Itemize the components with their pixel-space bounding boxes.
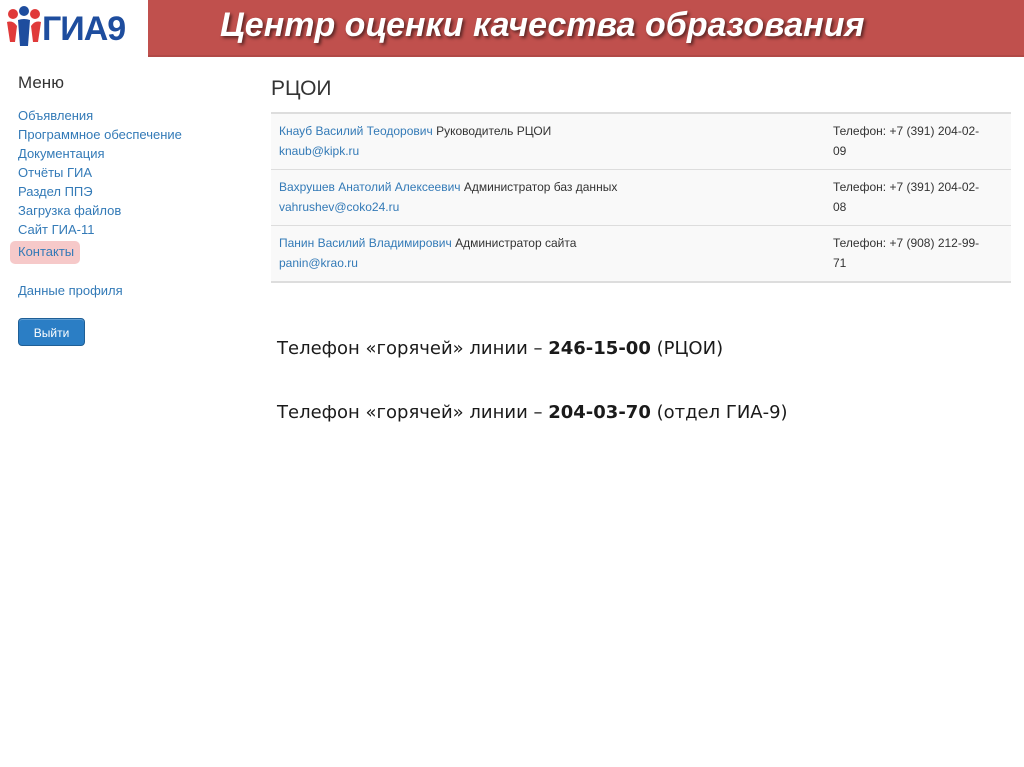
contact-info-cell: Панин Василий Владимирович Администратор… (271, 225, 819, 282)
contact-info-cell: Вахрушев Анатолий Алексеевич Администрат… (271, 169, 819, 226)
logo-text: ГИА9 (42, 10, 126, 48)
section-title: РЦОИ (271, 77, 332, 100)
people-logo-icon (7, 6, 41, 46)
contact-phone-end: 09 (833, 144, 847, 158)
table-row: Кнауб Василий Теодорович Руководитель РЦ… (271, 112, 1011, 170)
contact-info-cell: Кнауб Василий Теодорович Руководитель РЦ… (271, 112, 819, 170)
logout-button[interactable]: Выйти (18, 318, 85, 346)
hotline-prefix: Телефон «горячей» линии – (277, 338, 549, 359)
title-bar: Центр оценки качества образования (148, 0, 1024, 57)
hotlines: Телефон «горячей» линии – 246-15-00 (РЦО… (277, 335, 788, 463)
contact-phone: Телефон: +7 (391) 204-02- (833, 180, 980, 194)
hotline-rcoi: Телефон «горячей» линии – 246-15-00 (РЦО… (277, 335, 788, 363)
hotline-suffix: (РЦОИ) (650, 338, 724, 359)
page-title: Центр оценки качества образования (220, 6, 865, 44)
contact-phone-end: 08 (833, 200, 847, 214)
menu-title: Меню (18, 73, 64, 92)
hotline-prefix: Телефон «горячей» линии – (277, 402, 549, 423)
table-row: Вахрушев Анатолий Алексеевич Администрат… (271, 169, 1011, 226)
hotline-gia9: Телефон «горячей» линии – 204-03-70 (отд… (277, 399, 788, 427)
contact-email-link[interactable]: panin@krao.ru (279, 256, 358, 270)
gia9-logo[interactable]: ГИА9 (0, 0, 148, 57)
hotline-suffix: (отдел ГИА-9) (650, 402, 788, 423)
contact-phone-end: 71 (833, 256, 847, 270)
menu-item-gia-reports[interactable]: Отчёты ГИА (18, 163, 238, 182)
menu-item-announcements[interactable]: Объявления (18, 106, 238, 125)
menu-item-file-upload[interactable]: Загрузка файлов (18, 201, 238, 220)
contact-email-link[interactable]: knaub@kipk.ru (279, 144, 359, 158)
main-content: РЦОИ Кнауб Василий Теодорович Руководите… (271, 72, 1011, 283)
contact-phone: Телефон: +7 (391) 204-02- (833, 124, 980, 138)
contact-email-link[interactable]: vahrushev@coko24.ru (279, 200, 399, 214)
contact-role: Администратор сайта (455, 236, 577, 250)
contact-role: Администратор баз данных (463, 180, 618, 194)
menu-item-software[interactable]: Программное обеспечение (18, 125, 238, 144)
sidebar: Меню Объявления Программное обеспечение … (10, 72, 238, 346)
contacts-table: Кнауб Василий Теодорович Руководитель РЦ… (271, 112, 1011, 283)
contact-role: Руководитель РЦОИ (436, 124, 552, 138)
hotline-number: 204-03-70 (548, 402, 651, 423)
menu-item-gia11-site[interactable]: Сайт ГИА-11 (18, 220, 238, 239)
contact-name-link[interactable]: Вахрушев Анатолий Алексеевич (279, 180, 461, 194)
hotline-number: 246-15-00 (548, 338, 651, 359)
profile-link[interactable]: Данные профиля (18, 281, 238, 300)
menu-item-contacts[interactable]: Контакты (10, 241, 81, 264)
contact-name-link[interactable]: Кнауб Василий Теодорович (279, 124, 433, 138)
contact-name-link[interactable]: Панин Василий Владимирович (279, 236, 452, 250)
menu-list: Объявления Программное обеспечение Докум… (10, 106, 238, 264)
table-row: Панин Василий Владимирович Администратор… (271, 225, 1011, 282)
menu-item-ppe-section[interactable]: Раздел ППЭ (18, 182, 238, 201)
contact-phone-cell: Телефон: +7 (391) 204-02- 09 (819, 112, 1011, 170)
contact-phone-cell: Телефон: +7 (908) 212-99- 71 (819, 225, 1011, 282)
header: ГИА9 Центр оценки качества образования (0, 0, 1024, 57)
contact-phone: Телефон: +7 (908) 212-99- (833, 236, 980, 250)
contact-phone-cell: Телефон: +7 (391) 204-02- 08 (819, 169, 1011, 226)
menu-item-documentation[interactable]: Документация (18, 144, 238, 163)
